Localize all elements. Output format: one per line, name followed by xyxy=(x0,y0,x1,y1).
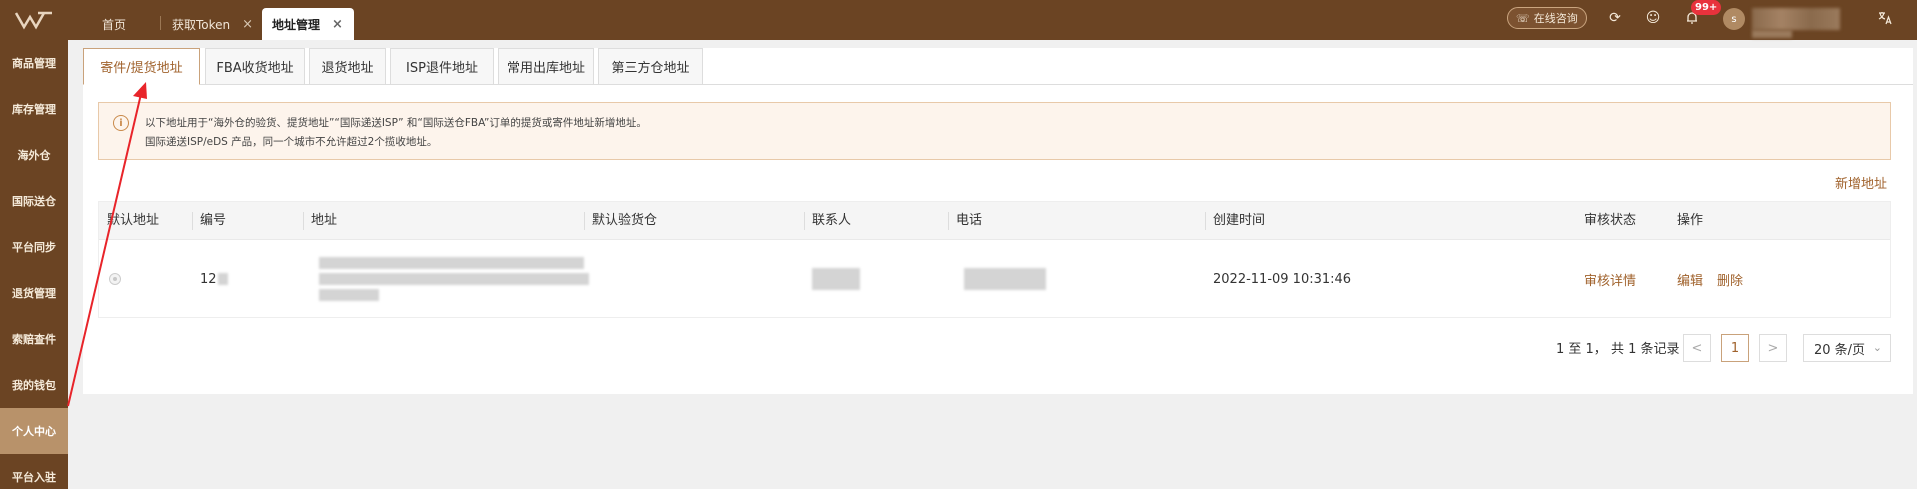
top-bar: 首页 获取Token × 地址管理 × ☏ 在线咨询 ⟳ ☺ 99+ s xyxy=(0,0,1917,40)
address-table: 默认地址 编号 地址 默认验货仓 联系人 电话 创建时间 审核状态 操作 12 xyxy=(98,201,1891,318)
page-size-select[interactable]: 20 条/页 ⌄ xyxy=(1803,334,1891,362)
sidebar-item-label: 商品管理 xyxy=(12,57,56,70)
notice-line-2: 国际递送ISP/eDS 产品，同一个城市不允许超过2个揽收地址。 xyxy=(145,136,438,148)
tab-fba-address[interactable]: FBA收货地址 xyxy=(205,48,305,85)
contact-redacted xyxy=(812,268,860,290)
header-created-at: 创建时间 xyxy=(1213,213,1266,228)
tab-label: 寄件/提货地址 xyxy=(100,61,183,76)
add-address-link[interactable]: 新增地址 xyxy=(1835,173,1887,192)
sidebar-item-label: 个人中心 xyxy=(12,425,56,438)
header-default-warehouse: 默认验货仓 xyxy=(592,213,658,228)
sidebar-item-returns-management[interactable]: 退货管理 xyxy=(0,270,68,316)
default-radio-cell xyxy=(99,240,121,318)
address-redacted-line-1 xyxy=(319,257,584,269)
address-cell xyxy=(311,240,589,318)
sidebar-item-label: 平台同步 xyxy=(12,241,56,254)
header-id: 编号 xyxy=(200,213,227,228)
tab-third-party-warehouse[interactable]: 第三方仓地址 xyxy=(598,48,703,85)
contact-cell xyxy=(804,240,860,318)
tab-label: 常用出库地址 xyxy=(506,61,585,76)
sidebar-item-wallet[interactable]: 我的钱包 xyxy=(0,362,68,408)
sidebar-item-label: 退货管理 xyxy=(12,287,56,300)
address-redacted-line-2 xyxy=(319,273,589,285)
online-consult-label: 在线咨询 xyxy=(1533,12,1578,25)
phone-cell xyxy=(956,240,1046,318)
header-default: 默认地址 xyxy=(107,213,160,228)
sidebar-item-label: 库存管理 xyxy=(12,103,56,116)
header-contact: 联系人 xyxy=(812,213,852,228)
tab-get-token-label: 获取Token xyxy=(172,17,231,32)
refresh-icon[interactable]: ⟳ xyxy=(1606,9,1624,27)
sidebar-item-international-delivery[interactable]: 国际送仓 xyxy=(0,178,68,224)
next-page-button[interactable]: > xyxy=(1759,334,1787,362)
tab-label: 退货地址 xyxy=(321,61,374,76)
chevron-down-icon: ⌄ xyxy=(1872,341,1882,354)
tab-divider xyxy=(160,16,161,30)
review-details-link[interactable]: 审核详情 xyxy=(1584,270,1636,289)
tab-get-token[interactable]: 获取Token × xyxy=(162,8,263,40)
header-actions: 操作 xyxy=(1677,213,1704,228)
tab-home[interactable]: 首页 xyxy=(92,8,136,40)
table-header: 默认地址 编号 地址 默认验货仓 联系人 电话 创建时间 审核状态 操作 xyxy=(99,202,1890,240)
sidebar-item-personal-center[interactable]: 个人中心 xyxy=(0,408,68,454)
delete-link[interactable]: 删除 xyxy=(1717,270,1743,289)
phone-redacted xyxy=(964,268,1046,290)
pagination-summary: 1 至 1， 共 1 条记录 xyxy=(1556,342,1680,357)
avatar[interactable]: s xyxy=(1723,8,1745,30)
default-radio[interactable] xyxy=(109,273,121,285)
tab-pickup-address[interactable]: 寄件/提货地址 xyxy=(83,48,200,85)
close-icon[interactable]: × xyxy=(242,17,253,32)
notification-badge: 99+ xyxy=(1691,0,1722,15)
tab-outbound-address[interactable]: 常用出库地址 xyxy=(498,48,594,85)
review-cell: 审核详情 xyxy=(1576,240,1636,318)
tab-address-management[interactable]: 地址管理 × xyxy=(262,8,354,40)
online-consult-button[interactable]: ☏ 在线咨询 xyxy=(1507,7,1587,29)
tab-label: 第三方仓地址 xyxy=(611,61,690,76)
header-review-status: 审核状态 xyxy=(1584,213,1637,228)
prev-page-button[interactable]: < xyxy=(1683,334,1711,362)
tab-label: ISP退件地址 xyxy=(406,61,478,76)
sidebar: 商品管理 库存管理 海外仓 国际送仓 平台同步 退货管理 索赔查件 我的钱包 个… xyxy=(0,40,68,489)
page-size-value: 20 条/页 xyxy=(1814,342,1866,358)
logo-icon[interactable] xyxy=(14,10,54,30)
info-icon: i xyxy=(113,115,129,131)
smile-icon[interactable]: ☺ xyxy=(1644,9,1662,27)
close-icon[interactable]: × xyxy=(332,17,343,32)
notice-line-1: 以下地址用于“海外仓的验货、提货地址”“国际递送ISP” 和“国际送仓FBA”订… xyxy=(145,117,647,129)
header-address: 地址 xyxy=(311,213,338,228)
sidebar-item-label: 国际送仓 xyxy=(12,195,56,208)
sidebar-item-label: 我的钱包 xyxy=(12,379,56,392)
id-redacted xyxy=(217,273,228,285)
username-redacted[interactable] xyxy=(1752,8,1840,30)
sidebar-item-overseas-warehouse[interactable]: 海外仓 xyxy=(0,132,68,178)
address-redacted-line-3 xyxy=(319,289,379,301)
page-1-button[interactable]: 1 xyxy=(1721,334,1749,362)
edit-link[interactable]: 编辑 xyxy=(1677,270,1703,289)
headset-icon: ☏ xyxy=(1516,11,1530,25)
sidebar-item-inventory-management[interactable]: 库存管理 xyxy=(0,86,68,132)
header-phone: 电话 xyxy=(956,213,983,228)
notice-banner: i 以下地址用于“海外仓的验货、提货地址”“国际递送ISP” 和“国际送仓FBA… xyxy=(98,102,1891,160)
id-cell: 12 xyxy=(192,240,228,318)
row-id: 12 xyxy=(200,271,217,287)
tab-label: FBA收货地址 xyxy=(216,61,294,76)
tab-address-management-label: 地址管理 xyxy=(272,17,321,32)
sidebar-item-claims[interactable]: 索赔查件 xyxy=(0,316,68,362)
tab-isp-return-address[interactable]: ISP退件地址 xyxy=(390,48,494,85)
actions-cell: 编辑 删除 xyxy=(1669,240,1743,318)
sidebar-item-label: 平台入驻 xyxy=(12,471,56,484)
sidebar-item-product-management[interactable]: 商品管理 xyxy=(0,40,68,86)
tab-home-label: 首页 xyxy=(102,17,127,32)
sidebar-item-label: 索赔查件 xyxy=(12,333,56,346)
translate-icon[interactable] xyxy=(1876,9,1894,27)
tab-return-address[interactable]: 退货地址 xyxy=(309,48,386,85)
created-at-cell: 2022-11-09 10:31:46 xyxy=(1213,271,1352,287)
sidebar-item-label: 海外仓 xyxy=(17,149,51,162)
sidebar-item-platform-sync[interactable]: 平台同步 xyxy=(0,224,68,270)
sidebar-item-platform-onboarding[interactable]: 平台入驻 xyxy=(0,454,68,489)
username-redacted-tail xyxy=(1752,30,1792,38)
